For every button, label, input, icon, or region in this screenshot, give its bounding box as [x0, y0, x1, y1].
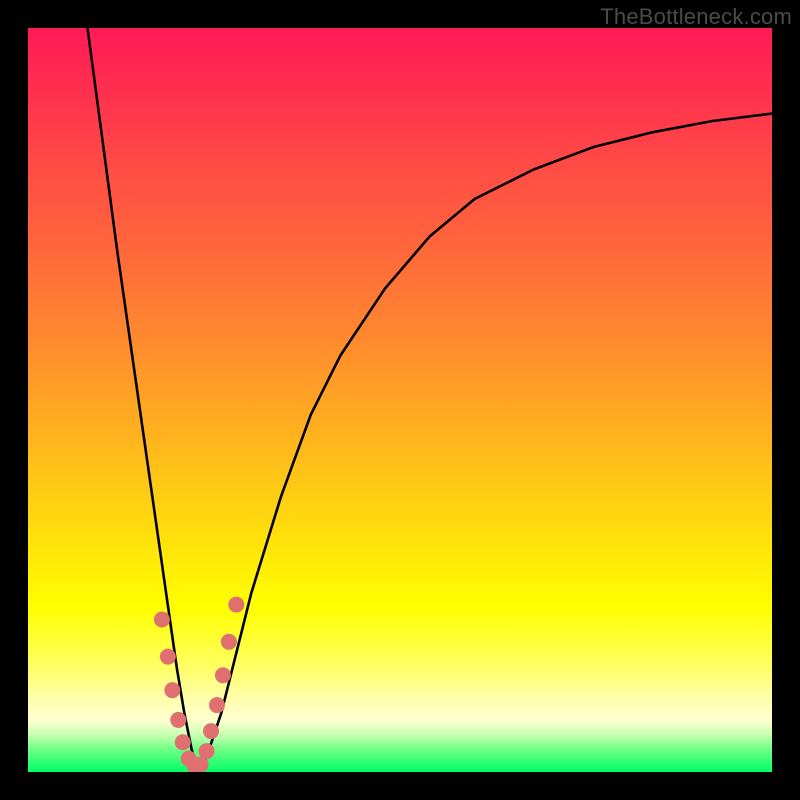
outer-frame: TheBottleneck.com — [0, 0, 800, 800]
bottleneck-curve — [88, 28, 772, 772]
highlight-dots-group — [154, 597, 244, 772]
highlight-dot — [215, 667, 231, 683]
highlight-dot — [175, 734, 191, 750]
highlight-dot — [203, 723, 219, 739]
highlight-dot — [221, 634, 237, 650]
chart-svg — [28, 28, 772, 772]
highlight-dot — [199, 743, 215, 759]
highlight-dot — [209, 697, 225, 713]
highlight-dot — [170, 712, 186, 728]
highlight-dot — [160, 649, 176, 665]
highlight-dot — [228, 597, 244, 613]
watermark-text: TheBottleneck.com — [600, 4, 792, 30]
highlight-dot — [154, 611, 170, 627]
plot-area — [28, 28, 772, 772]
highlight-dot — [164, 682, 180, 698]
